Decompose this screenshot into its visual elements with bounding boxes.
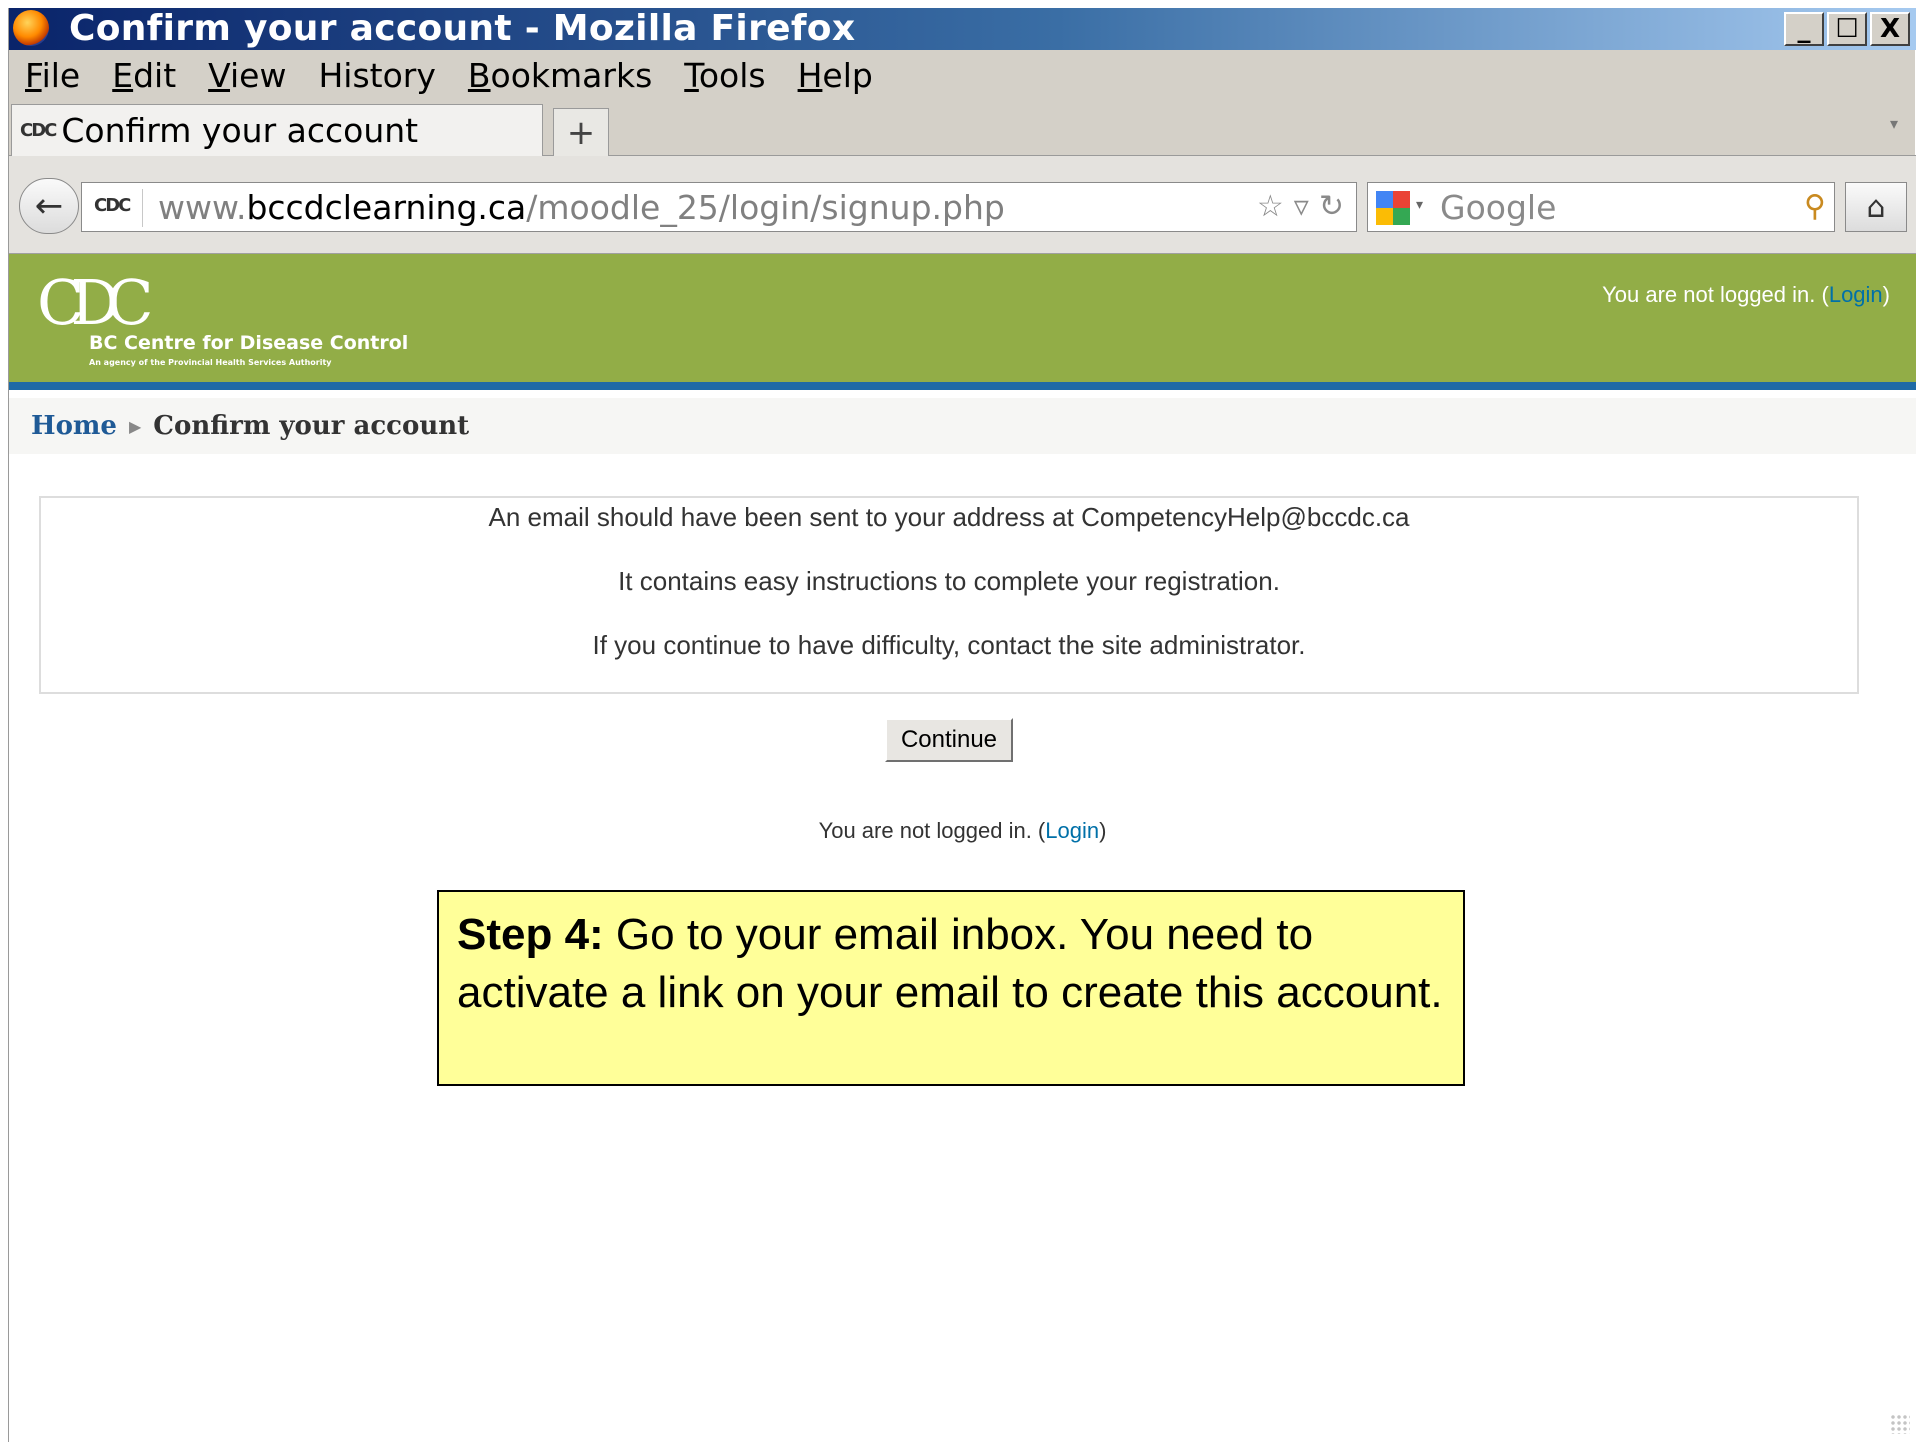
browser-window: Confirm your account - Mozilla Firefox _… bbox=[8, 8, 1916, 1442]
firefox-icon bbox=[13, 10, 49, 46]
site-identity-icon[interactable]: CDC bbox=[94, 195, 131, 216]
maximize-button[interactable]: ☐ bbox=[1827, 12, 1867, 46]
menu-history[interactable]: History bbox=[318, 56, 435, 95]
address-bar[interactable]: CDC www.bccdclearning.ca/moodle_25/login… bbox=[81, 182, 1357, 232]
menu-view[interactable]: View bbox=[208, 56, 286, 95]
tab-list-dropdown-icon[interactable]: ▾ bbox=[1890, 114, 1898, 133]
dropdown-arrow-icon[interactable]: ▿ bbox=[1294, 189, 1309, 224]
resize-grip-icon[interactable] bbox=[1890, 1414, 1910, 1434]
header-login-status: You are not logged in. (Login) bbox=[1602, 282, 1890, 307]
page-viewport: CDC BC Centre for Disease Control An age… bbox=[9, 254, 1916, 1442]
footer-login-link[interactable]: Login bbox=[1045, 818, 1099, 843]
menu-bar: File Edit View History Bookmarks Tools H… bbox=[9, 50, 1916, 100]
tab-label: Confirm your account bbox=[61, 111, 419, 150]
menu-file[interactable]: File bbox=[25, 56, 80, 95]
search-engine-dropdown-icon[interactable]: ▾ bbox=[1416, 197, 1423, 213]
menu-help[interactable]: Help bbox=[798, 56, 873, 95]
breadcrumb-separator-icon: ▶ bbox=[128, 416, 142, 436]
star-icon[interactable]: ☆ bbox=[1257, 189, 1284, 224]
window-controls: _ ☐ X bbox=[1784, 12, 1910, 46]
site-header: CDC BC Centre for Disease Control An age… bbox=[9, 254, 1916, 390]
breadcrumb: Home ▶ Confirm your account bbox=[9, 398, 1916, 454]
title-bar: Confirm your account - Mozilla Firefox _… bbox=[9, 8, 1916, 50]
back-arrow-icon[interactable]: ← bbox=[19, 178, 79, 234]
navigation-toolbar: ← CDC www.bccdclearning.ca/moodle_25/log… bbox=[9, 156, 1916, 254]
menu-bookmarks[interactable]: Bookmarks bbox=[468, 56, 652, 95]
notice-email-sent: An email should have been sent to your a… bbox=[488, 502, 1410, 532]
notice-difficulty: If you continue to have difficulty, cont… bbox=[592, 630, 1306, 660]
url-separator bbox=[142, 189, 143, 227]
home-icon[interactable]: ⌂ bbox=[1845, 182, 1907, 232]
continue-button[interactable]: Continue bbox=[885, 718, 1013, 762]
notice-instructions: It contains easy instructions to complet… bbox=[618, 566, 1280, 596]
callout-text: Go to your email inbox. You need to acti… bbox=[457, 910, 1443, 1017]
search-input[interactable]: Google bbox=[1440, 183, 1556, 233]
menu-edit[interactable]: Edit bbox=[112, 56, 176, 95]
header-login-link[interactable]: Login bbox=[1829, 282, 1883, 307]
url-actions: ☆ ▿ ↻ bbox=[1257, 189, 1344, 224]
confirmation-notice: An email should have been sent to your a… bbox=[39, 496, 1859, 694]
bccdc-logo-icon[interactable]: CDC bbox=[37, 272, 154, 334]
logo-name: BC Centre for Disease Control bbox=[89, 332, 409, 354]
callout-step-label: Step 4: bbox=[457, 910, 604, 959]
search-bar[interactable]: ▾ Google ⚲ bbox=[1367, 182, 1835, 232]
google-icon[interactable] bbox=[1376, 191, 1410, 225]
new-tab-button[interactable]: + bbox=[553, 108, 609, 156]
search-icon[interactable]: ⚲ bbox=[1804, 189, 1826, 224]
window-title: Confirm your account - Mozilla Firefox bbox=[69, 8, 856, 49]
close-button[interactable]: X bbox=[1870, 12, 1910, 46]
logo-subtitle: An agency of the Provincial Health Servi… bbox=[89, 358, 332, 367]
step-callout: Step 4: Go to your email inbox. You need… bbox=[437, 890, 1465, 1086]
reload-icon[interactable]: ↻ bbox=[1319, 189, 1344, 224]
site-favicon-icon: CDC bbox=[20, 120, 57, 141]
menu-tools[interactable]: Tools bbox=[684, 56, 765, 95]
breadcrumb-current: Confirm your account bbox=[153, 411, 470, 441]
tab-strip: CDC Confirm your account + ▾ bbox=[9, 100, 1916, 156]
minimize-button[interactable]: _ bbox=[1784, 12, 1824, 46]
url-text[interactable]: www.bccdclearning.ca/moodle_25/login/sig… bbox=[158, 183, 1005, 233]
breadcrumb-home-link[interactable]: Home bbox=[31, 411, 117, 441]
tab-confirm-account[interactable]: CDC Confirm your account bbox=[11, 104, 543, 156]
footer-login-status: You are not logged in. (Login) bbox=[818, 818, 1107, 843]
